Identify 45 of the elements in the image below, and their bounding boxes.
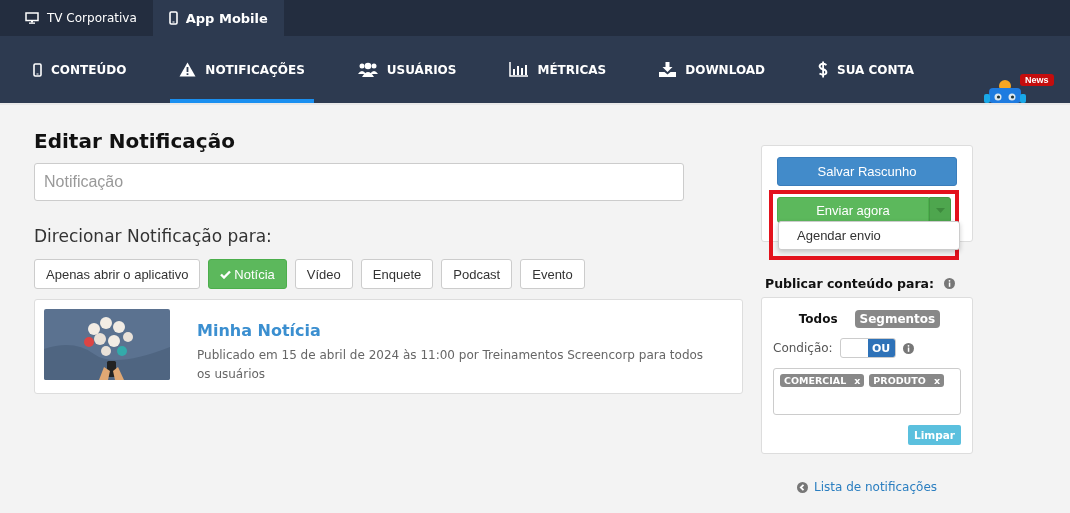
tag-label: COMERCIAL (784, 375, 847, 386)
type-option-button[interactable]: Podcast (441, 259, 513, 289)
phone-icon (33, 62, 42, 77)
remove-tag-button[interactable]: x (933, 375, 940, 386)
audience-tab[interactable]: Segmentos (854, 310, 941, 328)
check-icon (220, 269, 232, 279)
caret-icon (935, 207, 945, 213)
save-draft-button[interactable]: Salvar Rascunho (777, 157, 957, 186)
news-badge[interactable]: News (1020, 74, 1054, 86)
monitor-icon (25, 12, 39, 24)
menu-item[interactable]: Agendar envio (779, 228, 959, 243)
remove-tag-button[interactable]: x (854, 375, 861, 386)
dollar-icon (818, 61, 828, 78)
nav-tab[interactable]: NOTIFICAÇÕES (170, 36, 314, 103)
nav-tab[interactable]: DOWNLOAD (650, 36, 774, 103)
segments-field[interactable]: COMERCIAL x PRODUTO x (773, 368, 961, 415)
audience-tab[interactable]: Todos (793, 310, 843, 328)
back-arrow-icon (797, 481, 808, 493)
condition-toggle[interactable]: OU (839, 338, 896, 358)
section-heading: Direcionar Notificação para: (34, 226, 273, 246)
type-option-button[interactable]: Vídeo (294, 259, 353, 289)
nav-tab[interactable]: SUA CONTA (809, 36, 924, 103)
tag-label: PRODUTO (873, 375, 926, 386)
type-option-button[interactable]: Enquete (360, 259, 434, 289)
info-icon (902, 342, 914, 354)
download-icon (659, 62, 677, 77)
type-option-button[interactable]: Evento (520, 259, 585, 289)
title-field[interactable]: Notificação (34, 163, 684, 201)
notifications-list-link[interactable]: Lista de notificações (814, 480, 937, 494)
phone-icon (168, 11, 178, 25)
page-title: Editar Notificação (34, 129, 236, 153)
section-heading: Publicar conteúdo para: (765, 276, 935, 291)
nav-tab[interactable]: USUÁRIOS (348, 36, 466, 103)
condition-label: Condição: (773, 341, 833, 355)
type-option-button[interactable]: Apenas abrir o aplicativo (34, 259, 201, 289)
info-icon (944, 278, 956, 289)
nav-tab[interactable]: MÉTRICAS (500, 36, 616, 103)
warning-icon (179, 62, 197, 77)
dropdown-toggle[interactable] (929, 197, 951, 223)
product-tab[interactable]: App Mobile (152, 0, 284, 36)
product-tab[interactable]: TV Corporativa (9, 0, 153, 36)
nav-tab[interactable]: CONTEÚDO (24, 36, 136, 103)
users-icon (357, 62, 378, 77)
content-description: Publicado em 15 de abril de 2024 às 11:00 por Treinamentos Screencorp para todos os usuários (197, 347, 705, 383)
bar-chart-icon (509, 62, 529, 77)
